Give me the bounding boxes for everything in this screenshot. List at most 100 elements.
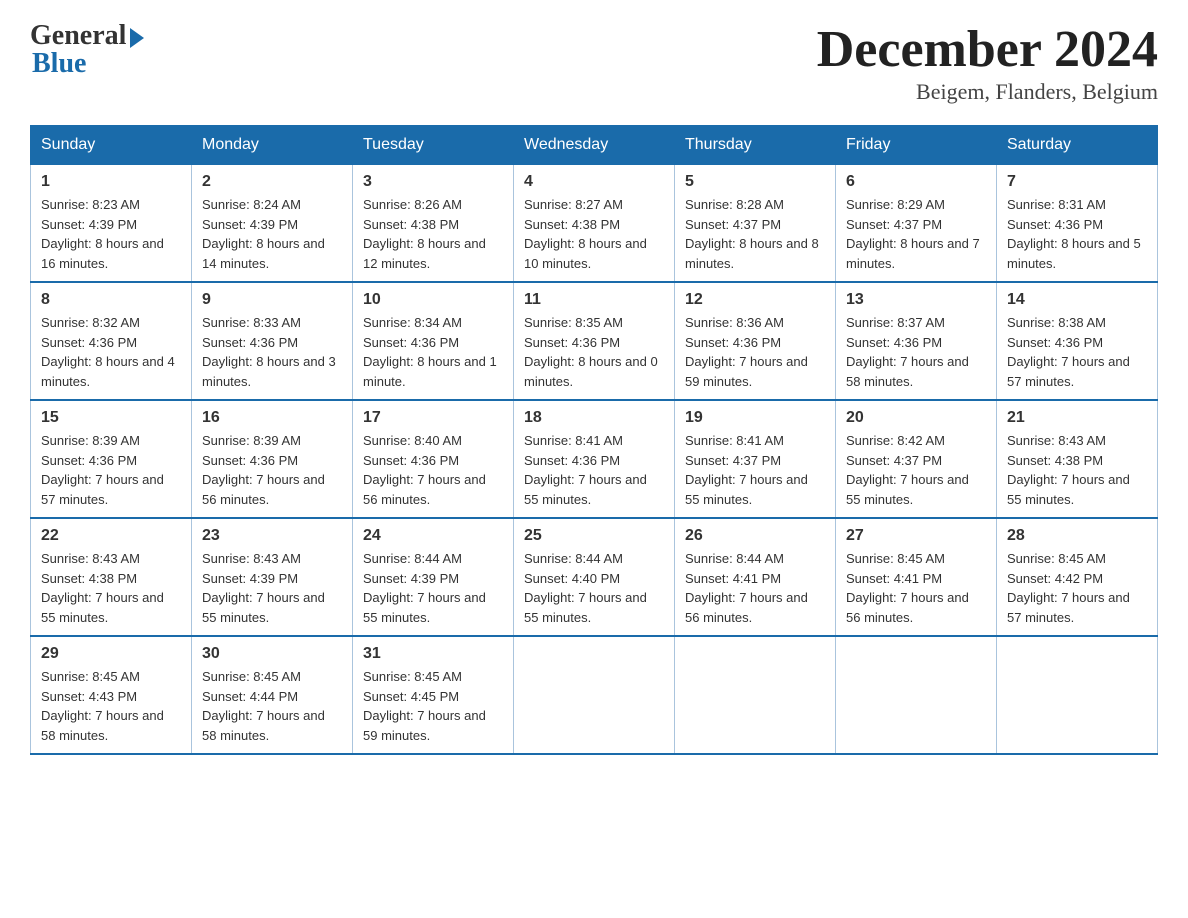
- day-number: 23: [202, 527, 342, 545]
- calendar-cell: 30 Sunrise: 8:45 AM Sunset: 4:44 PM Dayl…: [192, 636, 353, 754]
- calendar-cell: 26 Sunrise: 8:44 AM Sunset: 4:41 PM Dayl…: [675, 518, 836, 636]
- day-number: 11: [524, 291, 664, 309]
- day-info: Sunrise: 8:24 AM Sunset: 4:39 PM Dayligh…: [202, 195, 342, 273]
- day-info: Sunrise: 8:41 AM Sunset: 4:36 PM Dayligh…: [524, 431, 664, 509]
- day-number: 31: [363, 645, 503, 663]
- week-row-5: 29 Sunrise: 8:45 AM Sunset: 4:43 PM Dayl…: [31, 636, 1158, 754]
- day-number: 19: [685, 409, 825, 427]
- title-block: December 2024 Beigem, Flanders, Belgium: [817, 20, 1158, 105]
- day-number: 6: [846, 173, 986, 191]
- week-row-2: 8 Sunrise: 8:32 AM Sunset: 4:36 PM Dayli…: [31, 282, 1158, 400]
- day-number: 7: [1007, 173, 1147, 191]
- day-info: Sunrise: 8:42 AM Sunset: 4:37 PM Dayligh…: [846, 431, 986, 509]
- weekday-header-monday: Monday: [192, 126, 353, 165]
- weekday-header-saturday: Saturday: [997, 126, 1158, 165]
- calendar-cell: 14 Sunrise: 8:38 AM Sunset: 4:36 PM Dayl…: [997, 282, 1158, 400]
- calendar-cell: 12 Sunrise: 8:36 AM Sunset: 4:36 PM Dayl…: [675, 282, 836, 400]
- day-info: Sunrise: 8:26 AM Sunset: 4:38 PM Dayligh…: [363, 195, 503, 273]
- calendar-cell: 1 Sunrise: 8:23 AM Sunset: 4:39 PM Dayli…: [31, 165, 192, 283]
- calendar-cell: 28 Sunrise: 8:45 AM Sunset: 4:42 PM Dayl…: [997, 518, 1158, 636]
- day-info: Sunrise: 8:34 AM Sunset: 4:36 PM Dayligh…: [363, 313, 503, 391]
- week-row-4: 22 Sunrise: 8:43 AM Sunset: 4:38 PM Dayl…: [31, 518, 1158, 636]
- day-info: Sunrise: 8:41 AM Sunset: 4:37 PM Dayligh…: [685, 431, 825, 509]
- calendar-cell: 31 Sunrise: 8:45 AM Sunset: 4:45 PM Dayl…: [353, 636, 514, 754]
- calendar-cell: 9 Sunrise: 8:33 AM Sunset: 4:36 PM Dayli…: [192, 282, 353, 400]
- day-info: Sunrise: 8:45 AM Sunset: 4:43 PM Dayligh…: [41, 667, 181, 745]
- logo-blue-text: Blue: [30, 48, 86, 80]
- day-number: 14: [1007, 291, 1147, 309]
- day-number: 30: [202, 645, 342, 663]
- calendar-cell: 11 Sunrise: 8:35 AM Sunset: 4:36 PM Dayl…: [514, 282, 675, 400]
- day-info: Sunrise: 8:35 AM Sunset: 4:36 PM Dayligh…: [524, 313, 664, 391]
- day-number: 24: [363, 527, 503, 545]
- day-number: 26: [685, 527, 825, 545]
- calendar-cell: 17 Sunrise: 8:40 AM Sunset: 4:36 PM Dayl…: [353, 400, 514, 518]
- day-number: 5: [685, 173, 825, 191]
- day-info: Sunrise: 8:39 AM Sunset: 4:36 PM Dayligh…: [41, 431, 181, 509]
- day-info: Sunrise: 8:29 AM Sunset: 4:37 PM Dayligh…: [846, 195, 986, 273]
- calendar-cell: 23 Sunrise: 8:43 AM Sunset: 4:39 PM Dayl…: [192, 518, 353, 636]
- day-info: Sunrise: 8:38 AM Sunset: 4:36 PM Dayligh…: [1007, 313, 1147, 391]
- calendar-cell: 8 Sunrise: 8:32 AM Sunset: 4:36 PM Dayli…: [31, 282, 192, 400]
- day-number: 3: [363, 173, 503, 191]
- calendar-cell: [514, 636, 675, 754]
- calendar-cell: 7 Sunrise: 8:31 AM Sunset: 4:36 PM Dayli…: [997, 165, 1158, 283]
- calendar-cell: 6 Sunrise: 8:29 AM Sunset: 4:37 PM Dayli…: [836, 165, 997, 283]
- week-row-3: 15 Sunrise: 8:39 AM Sunset: 4:36 PM Dayl…: [31, 400, 1158, 518]
- calendar-cell: 15 Sunrise: 8:39 AM Sunset: 4:36 PM Dayl…: [31, 400, 192, 518]
- day-info: Sunrise: 8:44 AM Sunset: 4:40 PM Dayligh…: [524, 549, 664, 627]
- day-info: Sunrise: 8:45 AM Sunset: 4:44 PM Dayligh…: [202, 667, 342, 745]
- calendar-cell: 22 Sunrise: 8:43 AM Sunset: 4:38 PM Dayl…: [31, 518, 192, 636]
- calendar-cell: 29 Sunrise: 8:45 AM Sunset: 4:43 PM Dayl…: [31, 636, 192, 754]
- calendar-cell: 19 Sunrise: 8:41 AM Sunset: 4:37 PM Dayl…: [675, 400, 836, 518]
- calendar-cell: 5 Sunrise: 8:28 AM Sunset: 4:37 PM Dayli…: [675, 165, 836, 283]
- day-number: 1: [41, 173, 181, 191]
- calendar-cell: 3 Sunrise: 8:26 AM Sunset: 4:38 PM Dayli…: [353, 165, 514, 283]
- calendar-cell: [675, 636, 836, 754]
- calendar-cell: 4 Sunrise: 8:27 AM Sunset: 4:38 PM Dayli…: [514, 165, 675, 283]
- month-title: December 2024: [817, 20, 1158, 79]
- weekday-header-sunday: Sunday: [31, 126, 192, 165]
- day-number: 18: [524, 409, 664, 427]
- weekday-header-tuesday: Tuesday: [353, 126, 514, 165]
- day-info: Sunrise: 8:39 AM Sunset: 4:36 PM Dayligh…: [202, 431, 342, 509]
- day-number: 16: [202, 409, 342, 427]
- day-info: Sunrise: 8:27 AM Sunset: 4:38 PM Dayligh…: [524, 195, 664, 273]
- day-info: Sunrise: 8:37 AM Sunset: 4:36 PM Dayligh…: [846, 313, 986, 391]
- day-number: 29: [41, 645, 181, 663]
- calendar-cell: 10 Sunrise: 8:34 AM Sunset: 4:36 PM Dayl…: [353, 282, 514, 400]
- location-title: Beigem, Flanders, Belgium: [817, 79, 1158, 105]
- weekday-header-row: SundayMondayTuesdayWednesdayThursdayFrid…: [31, 126, 1158, 165]
- day-info: Sunrise: 8:23 AM Sunset: 4:39 PM Dayligh…: [41, 195, 181, 273]
- day-info: Sunrise: 8:43 AM Sunset: 4:39 PM Dayligh…: [202, 549, 342, 627]
- day-number: 28: [1007, 527, 1147, 545]
- day-info: Sunrise: 8:45 AM Sunset: 4:45 PM Dayligh…: [363, 667, 503, 745]
- day-info: Sunrise: 8:33 AM Sunset: 4:36 PM Dayligh…: [202, 313, 342, 391]
- day-number: 4: [524, 173, 664, 191]
- day-number: 10: [363, 291, 503, 309]
- calendar-cell: 16 Sunrise: 8:39 AM Sunset: 4:36 PM Dayl…: [192, 400, 353, 518]
- day-number: 8: [41, 291, 181, 309]
- day-number: 13: [846, 291, 986, 309]
- logo-arrow-icon: [130, 28, 144, 48]
- day-number: 22: [41, 527, 181, 545]
- day-info: Sunrise: 8:40 AM Sunset: 4:36 PM Dayligh…: [363, 431, 503, 509]
- calendar-cell: [997, 636, 1158, 754]
- day-info: Sunrise: 8:43 AM Sunset: 4:38 PM Dayligh…: [1007, 431, 1147, 509]
- calendar-cell: [836, 636, 997, 754]
- day-number: 25: [524, 527, 664, 545]
- day-info: Sunrise: 8:31 AM Sunset: 4:36 PM Dayligh…: [1007, 195, 1147, 273]
- calendar-cell: 24 Sunrise: 8:44 AM Sunset: 4:39 PM Dayl…: [353, 518, 514, 636]
- weekday-header-friday: Friday: [836, 126, 997, 165]
- weekday-header-wednesday: Wednesday: [514, 126, 675, 165]
- day-info: Sunrise: 8:32 AM Sunset: 4:36 PM Dayligh…: [41, 313, 181, 391]
- day-number: 12: [685, 291, 825, 309]
- calendar-cell: 18 Sunrise: 8:41 AM Sunset: 4:36 PM Dayl…: [514, 400, 675, 518]
- day-number: 15: [41, 409, 181, 427]
- day-number: 17: [363, 409, 503, 427]
- page-header: General Blue December 2024 Beigem, Fland…: [30, 20, 1158, 105]
- day-info: Sunrise: 8:45 AM Sunset: 4:41 PM Dayligh…: [846, 549, 986, 627]
- day-info: Sunrise: 8:45 AM Sunset: 4:42 PM Dayligh…: [1007, 549, 1147, 627]
- day-number: 20: [846, 409, 986, 427]
- calendar-cell: 21 Sunrise: 8:43 AM Sunset: 4:38 PM Dayl…: [997, 400, 1158, 518]
